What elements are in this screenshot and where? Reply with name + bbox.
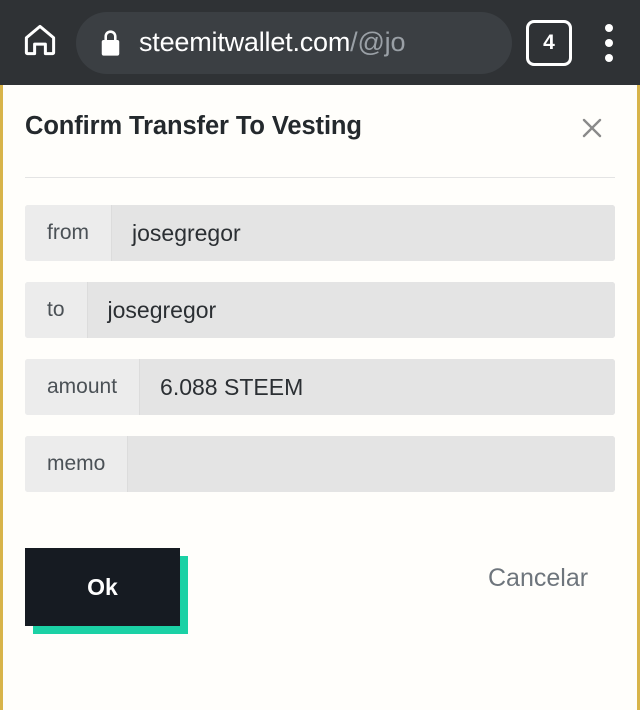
transfer-details: from josegregor to josegregor amount 6.0… bbox=[25, 205, 615, 492]
field-row-memo: memo bbox=[25, 436, 615, 492]
menu-dot bbox=[605, 23, 613, 32]
field-label-memo: memo bbox=[25, 436, 129, 492]
page-content: Confirm Transfer To Vesting from josegre… bbox=[0, 85, 640, 710]
field-label-amount: amount bbox=[25, 359, 141, 415]
url-text: steemitwallet.com/@jo bbox=[139, 27, 405, 58]
field-value-memo bbox=[128, 436, 615, 492]
url-path: /@jo bbox=[350, 27, 406, 57]
field-row-from: from josegregor bbox=[25, 205, 615, 261]
confirm-button[interactable]: Ok bbox=[25, 548, 180, 626]
home-button[interactable] bbox=[14, 17, 66, 69]
home-icon bbox=[21, 21, 59, 64]
field-row-amount: amount 6.088 STEEM bbox=[25, 359, 615, 415]
lock-icon bbox=[98, 29, 123, 57]
field-value-to: josegregor bbox=[87, 282, 615, 338]
field-row-to: to josegregor bbox=[25, 282, 615, 338]
page-title: Confirm Transfer To Vesting bbox=[25, 112, 362, 140]
menu-dot bbox=[605, 53, 613, 62]
tab-count-label: 4 bbox=[543, 30, 555, 54]
dialog-header: Confirm Transfer To Vesting bbox=[25, 85, 615, 147]
field-label-to: to bbox=[25, 282, 88, 338]
dialog-actions: Ok Cancelar bbox=[25, 542, 615, 634]
confirm-button-wrap: Ok bbox=[25, 548, 188, 634]
field-value-from: josegregor bbox=[112, 205, 615, 261]
menu-dot bbox=[605, 38, 613, 47]
header-divider bbox=[25, 177, 615, 178]
close-icon bbox=[580, 116, 604, 145]
field-value-amount: 6.088 STEEM bbox=[140, 359, 615, 415]
overflow-menu-icon[interactable] bbox=[592, 17, 626, 69]
url-host: steemitwallet.com bbox=[139, 27, 351, 57]
tab-count-button[interactable]: 4 bbox=[526, 19, 572, 66]
cancel-button[interactable]: Cancelar bbox=[488, 564, 588, 593]
field-label-from: from bbox=[25, 205, 112, 261]
address-bar[interactable]: steemitwallet.com/@jo bbox=[76, 11, 512, 74]
close-button[interactable] bbox=[575, 113, 609, 147]
browser-toolbar: steemitwallet.com/@jo 4 bbox=[0, 0, 640, 85]
